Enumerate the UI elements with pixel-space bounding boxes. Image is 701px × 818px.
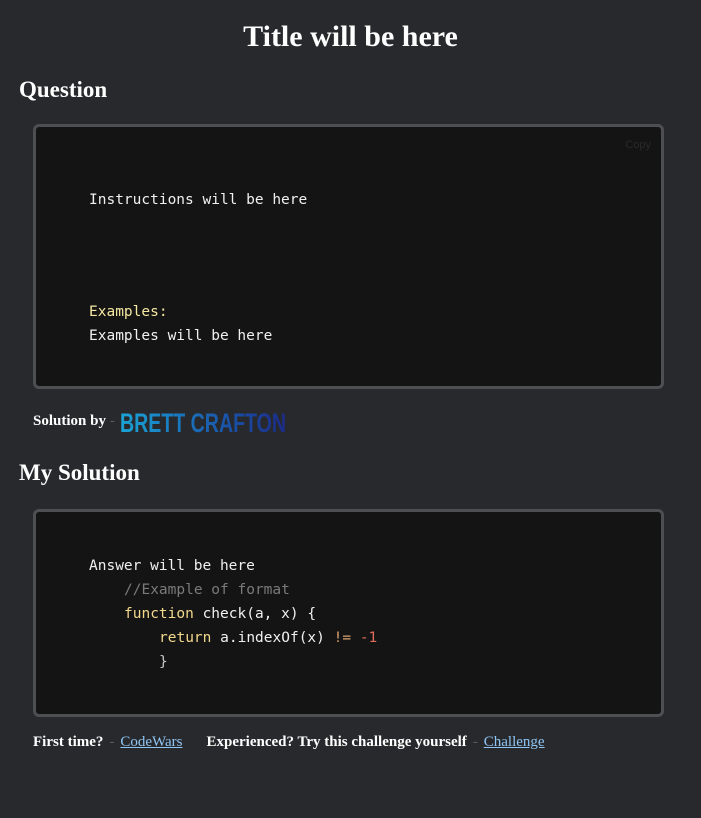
logo-lettering: BRETT CRAFTON	[120, 408, 286, 438]
function-keyword: function	[124, 606, 194, 622]
byline-separator: -	[109, 412, 115, 429]
page-title: Title will be here	[243, 20, 458, 53]
answer-text: Answer will be here	[89, 558, 255, 574]
instructions-text: Instructions will be here	[89, 192, 308, 208]
return-value: -1	[359, 630, 378, 646]
codewars-link[interactable]: CodeWars	[120, 734, 182, 750]
code-function-line: function check(a, x) {	[124, 602, 316, 626]
footer-separator: -	[472, 734, 478, 750]
comparison-operator: !=	[333, 630, 352, 646]
solution-byline: Solution by - BRETT CRAFTON	[33, 404, 287, 438]
return-expression: a.indexOf(x)	[220, 630, 325, 646]
author-logo: BRETT CRAFTON	[120, 408, 286, 438]
byline-label: Solution by	[33, 412, 106, 429]
return-keyword: return	[159, 630, 212, 646]
answer-code-block: Answer will be here //Example of format …	[33, 509, 664, 717]
examples-label: Examples:	[89, 304, 168, 320]
footer-separator: -	[109, 734, 115, 750]
first-time-label: First time?	[33, 734, 104, 750]
code-return-line: return a.indexOf(x) != -1	[159, 626, 377, 650]
code-comment: //Example of format	[124, 582, 290, 598]
copy-button[interactable]: Copy	[625, 133, 651, 157]
experienced-label: Experienced? Try this challenge yourself	[206, 734, 467, 750]
question-code-block: Copy Instructions will be here Examples:…	[33, 124, 664, 389]
examples-text: Examples will be here	[89, 328, 273, 344]
challenge-link[interactable]: Challenge	[484, 734, 545, 750]
function-signature: check(a, x) {	[202, 606, 317, 622]
solution-heading: My Solution	[19, 460, 140, 485]
question-heading: Question	[19, 77, 108, 102]
footer-links: First time? - CodeWars Experienced? Try thi…	[33, 732, 545, 752]
closing-brace: }	[159, 654, 168, 670]
